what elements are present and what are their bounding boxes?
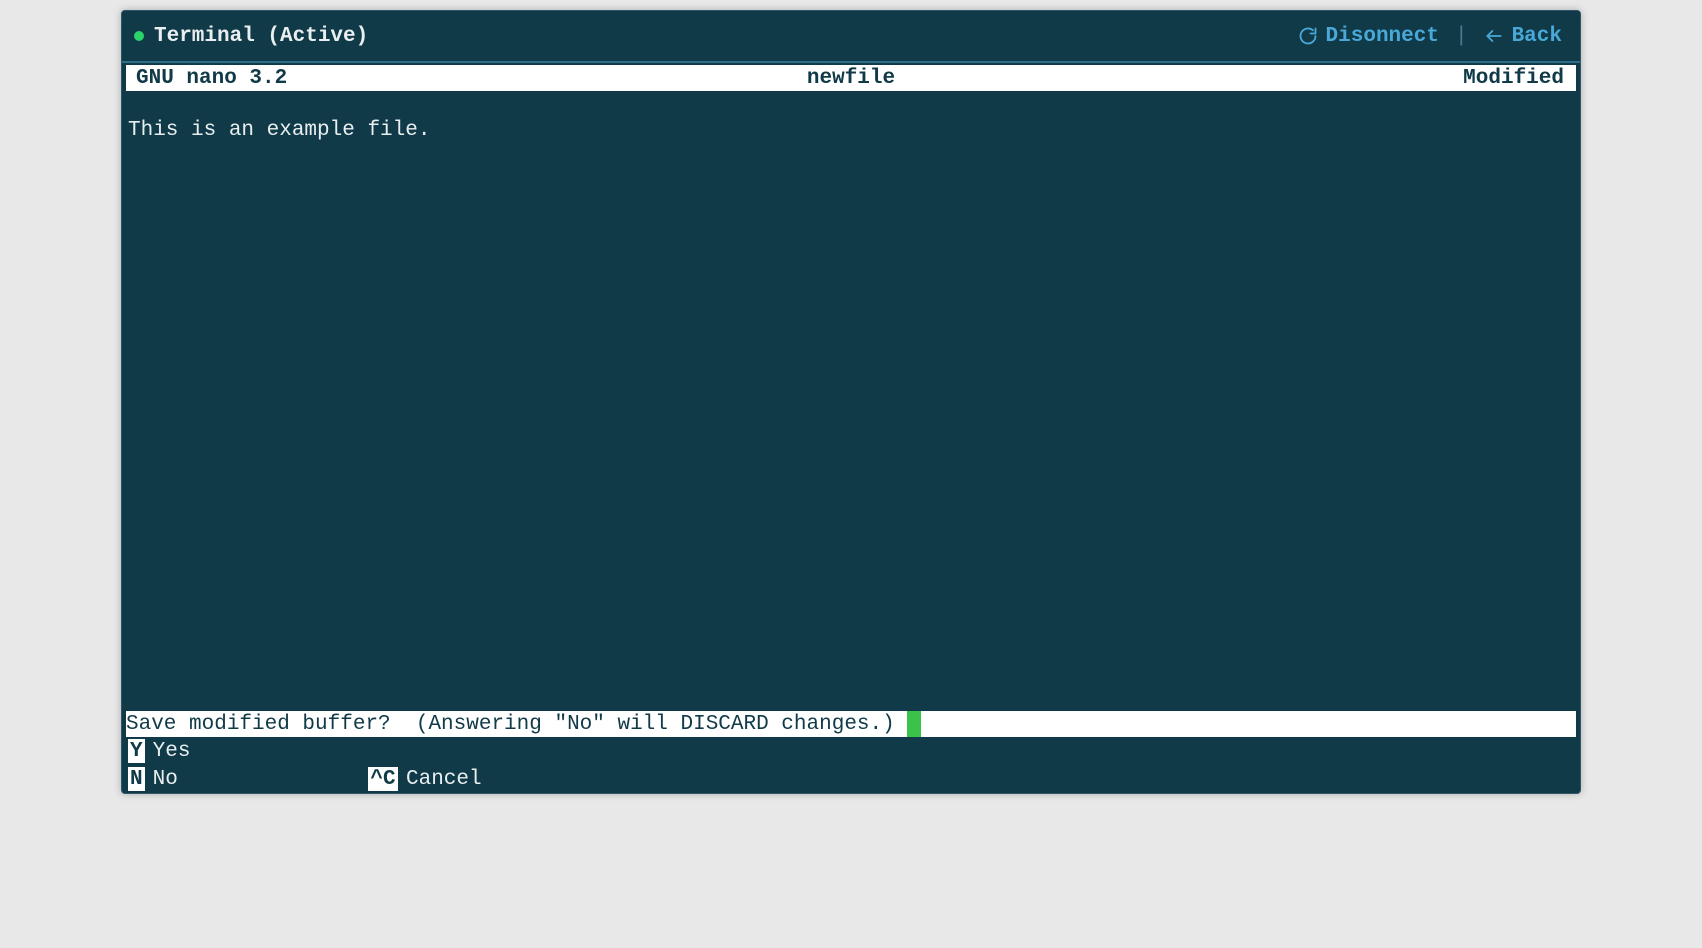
header-divider: | [1455, 25, 1468, 48]
disconnect-button[interactable]: Disonnect [1298, 25, 1439, 48]
nano-modified-status: Modified [1463, 67, 1564, 90]
shortcut-row-1: Y Yes [122, 737, 1580, 765]
disconnect-label: Disonnect [1326, 25, 1439, 48]
prompt-fill [921, 711, 1576, 737]
key-n: N [128, 767, 145, 791]
back-label: Back [1512, 25, 1562, 48]
nano-title-inner: GNU nano 3.2 newfile Modified [126, 65, 1576, 91]
key-ctrl-c: ^C [368, 767, 398, 791]
terminal-window: Terminal (Active) Disonnect | Back [121, 10, 1581, 794]
key-y: Y [128, 739, 145, 763]
label-cancel: Cancel [406, 768, 482, 791]
nano-filename: newfile [807, 67, 895, 90]
save-prompt-line: Save modified buffer? (Answering "No" wi… [122, 711, 1580, 737]
refresh-icon [1298, 26, 1318, 46]
shortcut-row-2: N No ^C Cancel [122, 765, 1580, 793]
editor-content[interactable]: This is an example file. [122, 91, 1580, 711]
header-left: Terminal (Active) [134, 25, 368, 48]
label-yes: Yes [153, 740, 191, 763]
shortcut-no[interactable]: N No [128, 767, 328, 791]
shortcut-yes[interactable]: Y Yes [128, 739, 328, 763]
shortcut-cancel[interactable]: ^C Cancel [368, 767, 568, 791]
window-title: Terminal (Active) [154, 25, 368, 48]
label-no: No [153, 768, 178, 791]
cursor-icon [907, 711, 921, 737]
arrow-left-icon [1484, 26, 1504, 46]
status-dot-icon [134, 31, 144, 41]
back-button[interactable]: Back [1484, 25, 1562, 48]
save-prompt-text: Save modified buffer? (Answering "No" wi… [126, 711, 907, 737]
window-header: Terminal (Active) Disonnect | Back [122, 11, 1580, 63]
header-right: Disonnect | Back [1298, 25, 1562, 48]
nano-version: GNU nano 3.2 [136, 67, 287, 90]
nano-title-bar: GNU nano 3.2 newfile Modified [122, 63, 1580, 91]
